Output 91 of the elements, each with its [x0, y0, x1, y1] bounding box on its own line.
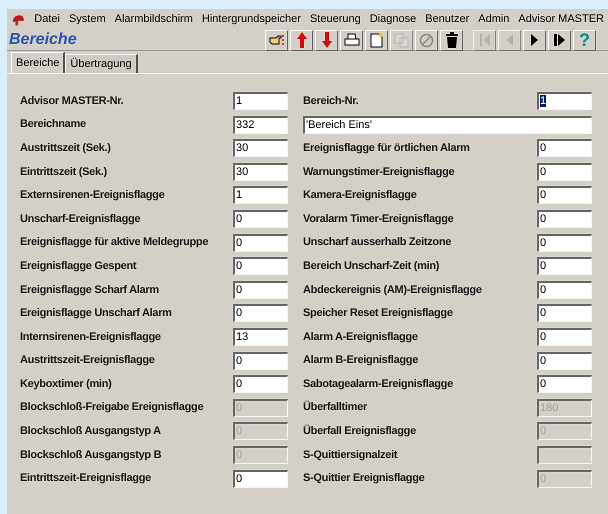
- input-field[interactable]: 0: [233, 352, 288, 370]
- field-label: Unscharf-Ereignisflagge: [20, 212, 142, 227]
- helmet-icon: [11, 12, 26, 26]
- field-label: Ereignisflagge für örtlichen Alarm: [303, 140, 471, 156]
- input-field[interactable]: 0: [537, 139, 592, 158]
- input-field[interactable]: 0: [233, 234, 288, 252]
- down-arrow-icon: [322, 32, 332, 48]
- toolbar-button[interactable]: [340, 30, 363, 50]
- trash-icon: [446, 32, 458, 48]
- input-field[interactable]: 0: [537, 304, 592, 322]
- previous-icon: [506, 34, 513, 46]
- input-field[interactable]: 0: [233, 375, 288, 394]
- field-label: Externsirenen-Ereignisflagge: [20, 188, 166, 204]
- copy-icon: [394, 32, 410, 48]
- field-label: Bereichname: [20, 117, 87, 132]
- field-label: Ereignisflagge Scharf Alarm: [20, 282, 160, 298]
- field-label: Überfalltimer: [303, 400, 368, 416]
- field-label: Austrittszeit-Ereignisflagge: [20, 353, 156, 368]
- input-field[interactable]: 1: [233, 92, 288, 110]
- field-label: Ereignisflagge für aktive Meldegruppe: [20, 235, 210, 250]
- field-label: Kamera-Ereignisflagge: [303, 188, 418, 204]
- up-arrow-icon: [296, 32, 306, 48]
- first-icon: [480, 34, 490, 46]
- field-label: Eintrittszeit (Sek.): [20, 164, 108, 180]
- field-label: Sabotagealarm-Ereignisflagge: [303, 376, 454, 392]
- field-label: Alarm A-Ereignisflagge: [303, 330, 419, 345]
- field-label: Ereignisflagge Unscharf Alarm: [20, 306, 173, 322]
- input-field[interactable]: 0: [233, 257, 288, 276]
- cancel-icon: [419, 32, 434, 48]
- next-icon: [531, 34, 538, 46]
- menu-item[interactable]: Alarmbildschirm: [114, 11, 193, 28]
- input-field[interactable]: 0: [537, 352, 592, 370]
- window-title: Bereiche: [8, 30, 78, 50]
- input-field[interactable]: 13: [233, 328, 288, 346]
- printer-icon: [344, 33, 360, 47]
- field-label: Blockschloß Ausgangstyp B: [20, 448, 162, 463]
- input-field[interactable]: 30: [233, 162, 288, 181]
- input-field[interactable]: 'Bereich Eins': [303, 116, 592, 134]
- toolbar-button[interactable]: [523, 30, 546, 50]
- menu-item[interactable]: Diagnose: [370, 11, 416, 28]
- tab[interactable]: Bereiche: [11, 52, 66, 73]
- field-label: Blockschloß-Freigabe Ereignisflagge: [20, 400, 204, 416]
- input-field[interactable]: 0: [233, 304, 288, 322]
- input-field[interactable]: 332: [233, 116, 288, 134]
- menu-item[interactable]: Admin: [478, 11, 510, 28]
- field-label: Alarm B-Ereignisflagge: [303, 353, 420, 368]
- menu-item[interactable]: Hintergrundspeicher: [202, 11, 301, 28]
- field-label: Eintrittszeit-Ereignisflagge: [20, 471, 152, 486]
- menu-item[interactable]: Advisor MASTER: [518, 11, 604, 28]
- field-label: Internsirenen-Ereignisflagge: [20, 330, 162, 345]
- input-field[interactable]: 0: [537, 257, 592, 276]
- field-label: Überfall Ereignisflagge: [303, 424, 417, 440]
- pointing-hand-icon: [268, 33, 284, 47]
- input-field[interactable]: 0: [537, 375, 592, 394]
- input-field[interactable]: 0: [537, 234, 592, 252]
- field-label: Unscharf ausserhalb Zeitzone: [303, 235, 452, 250]
- menu-item[interactable]: Benutzer: [425, 11, 470, 28]
- input-field[interactable]: 0: [233, 210, 288, 228]
- menu-item[interactable]: System: [68, 11, 106, 28]
- input-field[interactable]: 30: [233, 139, 288, 158]
- field-label: Speicher Reset Ereignisflagge: [303, 306, 454, 322]
- input-field[interactable]: 1: [233, 186, 288, 204]
- toolbar-button[interactable]: [265, 30, 288, 50]
- toolbar-button[interactable]: [365, 30, 388, 50]
- input-field[interactable]: 0: [537, 328, 592, 346]
- input-field[interactable]: 1: [537, 92, 592, 110]
- field-label: Bereich Unscharf-Zeit (min): [303, 258, 440, 274]
- field-label: S-Quittiersignalzeit: [303, 448, 398, 463]
- field-label: Advisor MASTER-Nr.: [20, 94, 124, 109]
- field-label: Keyboxtimer (min): [20, 376, 112, 392]
- input-field[interactable]: 0: [537, 210, 592, 228]
- menu-item[interactable]: Datei: [34, 11, 60, 28]
- input-field[interactable]: 0: [233, 470, 288, 488]
- field-label: Ereignisflagge Gespent: [20, 258, 138, 274]
- field-label: S-Quittier Ereignisflagge: [303, 471, 426, 486]
- field-label: Abdeckereignis (AM)-Ereignisflagge: [303, 282, 483, 298]
- field-label: Bereich-Nr.: [303, 94, 360, 109]
- last-icon: [554, 34, 565, 46]
- menu-item[interactable]: Steuerung: [310, 11, 361, 28]
- tab[interactable]: Übertragung: [65, 54, 138, 73]
- field-label: Warnungstimer-Ereignisflagge: [303, 164, 456, 180]
- input-field[interactable]: 0: [233, 280, 288, 299]
- input-field[interactable]: 0: [537, 280, 592, 299]
- input-field[interactable]: 0: [537, 162, 592, 181]
- field-label: Blockschloß Ausgangstyp A: [20, 424, 162, 440]
- toolbar-button[interactable]: [440, 30, 463, 50]
- field-label: Austrittszeit (Sek.): [20, 140, 112, 156]
- field-label: Voralarm Timer-Ereignisflagge: [303, 212, 454, 227]
- toolbar-button[interactable]: [548, 30, 571, 50]
- input-field[interactable]: 0: [537, 186, 592, 204]
- new-document-icon: [370, 32, 383, 48]
